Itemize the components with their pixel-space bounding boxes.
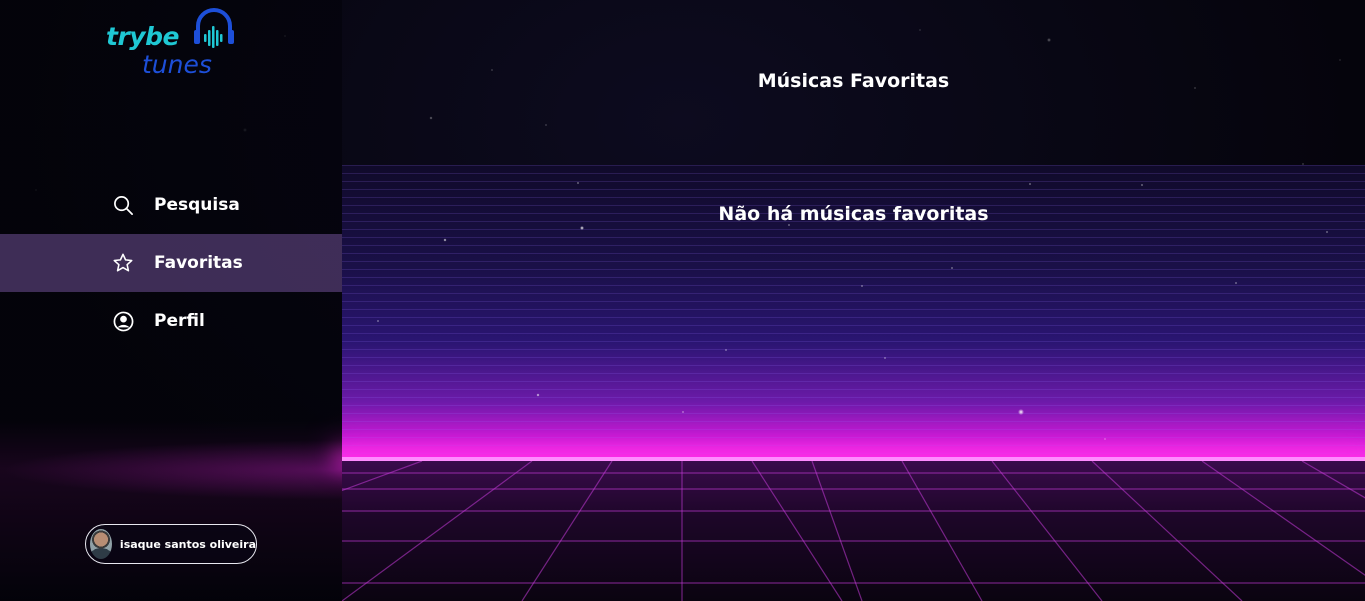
user-circle-icon — [112, 310, 134, 332]
sidebar-nav: Pesquisa Favoritas Perfil — [0, 176, 342, 350]
sidebar-item-favoritas[interactable]: Favoritas — [0, 234, 342, 292]
user-name: isaque santos oliveira — [119, 537, 256, 551]
content-panel — [342, 165, 1365, 601]
grid-floor-lines — [342, 461, 1365, 601]
sidebar: trybe tunes Pesquisa Favoritas Perfil is… — [0, 0, 342, 601]
user-profile-pill[interactable]: isaque santos oliveira — [85, 524, 257, 564]
sidebar-glow — [0, 440, 342, 500]
sidebar-item-pesquisa[interactable]: Pesquisa — [0, 176, 342, 234]
sidebar-item-label: Perfil — [154, 311, 205, 331]
sidebar-item-label: Pesquisa — [154, 195, 240, 215]
logo-trybe: trybe — [106, 22, 179, 51]
app-logo[interactable]: trybe tunes — [106, 4, 246, 80]
headphones-icon — [194, 8, 234, 48]
grid-floor — [342, 461, 1365, 601]
star-icon — [112, 252, 134, 274]
search-icon — [112, 194, 134, 216]
sidebar-item-label: Favoritas — [154, 253, 243, 273]
page-title: Músicas Favoritas — [757, 70, 950, 92]
logo-tunes: tunes — [142, 50, 212, 79]
sidebar-item-perfil[interactable]: Perfil — [0, 292, 342, 350]
app-root: trybe tunes Pesquisa Favoritas Perfil is… — [0, 0, 1365, 601]
empty-state-message: Não há músicas favoritas — [718, 203, 989, 225]
avatar — [90, 529, 112, 559]
